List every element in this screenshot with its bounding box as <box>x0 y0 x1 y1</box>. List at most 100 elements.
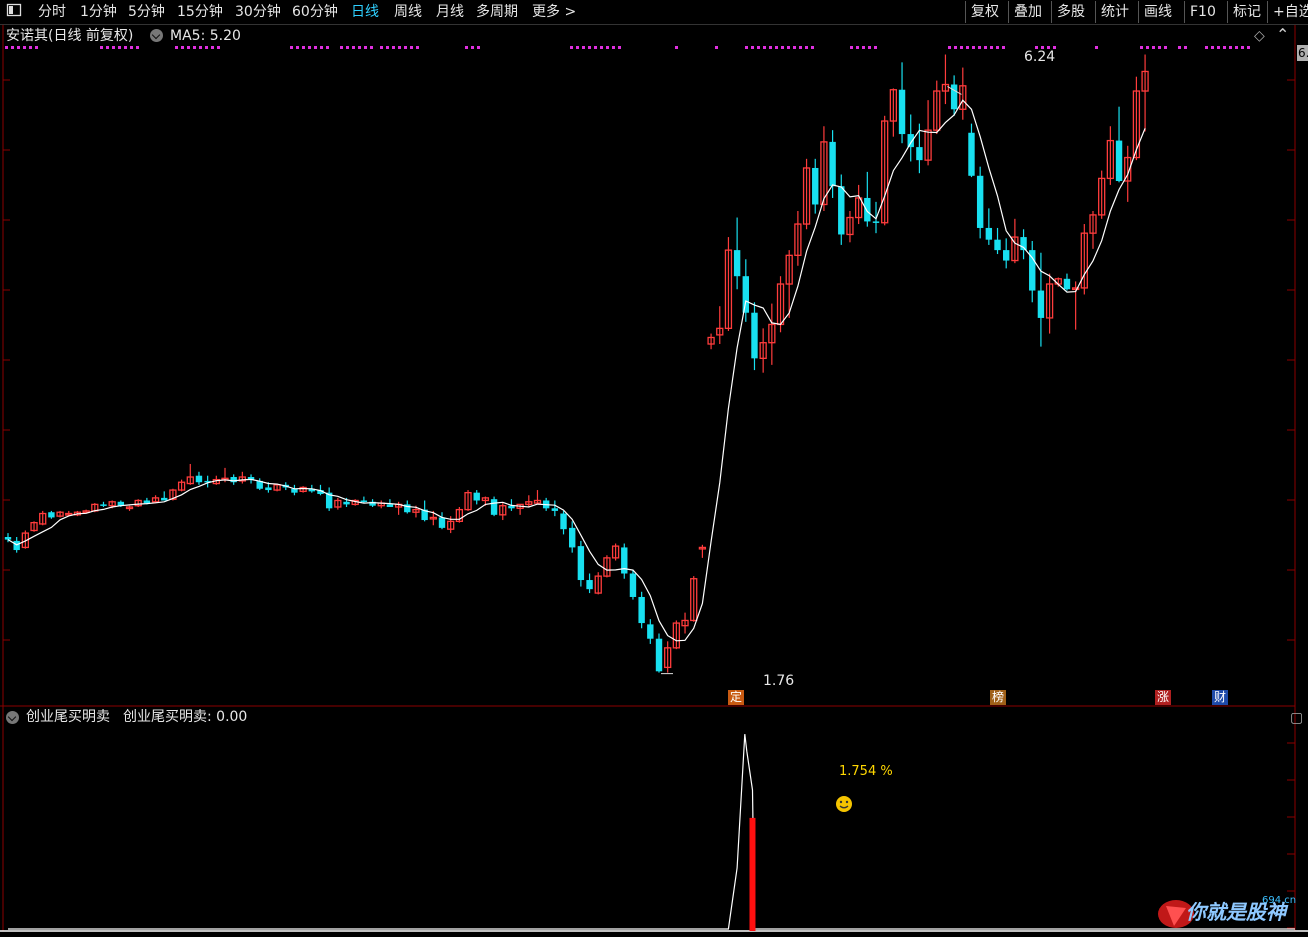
candle-body <box>994 239 1001 251</box>
signal-dot <box>600 46 603 49</box>
signal-dot <box>416 46 419 49</box>
stock-title: 安诺其(日线 前复权) <box>6 28 134 44</box>
signal-dot <box>972 46 975 49</box>
event-badge-ding[interactable]: 定 <box>728 690 744 705</box>
indicator-menu-icon[interactable] <box>6 710 19 726</box>
signal-dot <box>211 46 214 49</box>
signal-dot <box>386 46 389 49</box>
signal-dot <box>136 46 139 49</box>
signal-dot <box>745 46 748 49</box>
candle-body <box>586 580 593 590</box>
signal-dot <box>990 46 993 49</box>
signal-dot <box>308 46 311 49</box>
signal-dot <box>124 46 127 49</box>
candle-body <box>13 540 20 551</box>
signal-dot <box>954 46 957 49</box>
signal-dot <box>358 46 361 49</box>
candle-body <box>621 547 628 574</box>
signal-dot <box>193 46 196 49</box>
candle-body <box>916 147 923 161</box>
signal-dot <box>1211 46 1214 49</box>
signal-dot <box>618 46 621 49</box>
candle-body <box>838 186 845 235</box>
signal-dot <box>811 46 814 49</box>
candle-body <box>560 513 567 530</box>
signal-dot <box>181 46 184 49</box>
signal-dot <box>996 46 999 49</box>
candle-body <box>265 487 272 491</box>
signal-dot <box>1140 46 1143 49</box>
signal-dot <box>314 46 317 49</box>
candle-body <box>647 624 654 639</box>
candle-body <box>195 475 203 483</box>
signal-dot <box>29 46 32 49</box>
candle-body <box>143 500 151 504</box>
signal-dot <box>805 46 808 49</box>
signal-dot <box>781 46 784 49</box>
indicator-line <box>8 734 1295 930</box>
main-panel-menu-icon[interactable] <box>150 28 163 44</box>
signal-dot <box>850 46 853 49</box>
signal-dot <box>757 46 760 49</box>
high-price-label: 6.24 <box>1024 49 1056 65</box>
signal-dot <box>769 46 772 49</box>
signal-dot <box>1247 46 1250 49</box>
signal-dot <box>1241 46 1244 49</box>
event-badge-zhang[interactable]: 涨 <box>1155 690 1171 705</box>
candle-body <box>1029 250 1036 291</box>
candle-body <box>950 84 958 110</box>
signal-dot <box>775 46 778 49</box>
signal-dot <box>856 46 859 49</box>
signal-dot <box>175 46 178 49</box>
signal-dot <box>100 46 103 49</box>
candle-body <box>898 89 906 135</box>
candle-body <box>360 500 368 502</box>
smiley-icon <box>835 795 853 816</box>
candle-body <box>100 504 107 506</box>
signal-dot <box>612 46 615 49</box>
signal-dot <box>370 46 373 49</box>
event-badge-bang[interactable]: 榜 <box>990 690 1006 705</box>
candle-body <box>751 312 758 359</box>
signal-dot <box>1223 46 1226 49</box>
candle-body <box>48 512 55 518</box>
signal-dot <box>17 46 20 49</box>
signal-dot <box>364 46 367 49</box>
signal-dot <box>868 46 871 49</box>
candle-body <box>473 492 480 501</box>
candle-body <box>872 221 880 223</box>
indicator-panel-icon[interactable]: ▢ <box>1290 710 1303 726</box>
signal-dot <box>799 46 802 49</box>
signal-dot <box>978 46 981 49</box>
signal-dot <box>380 46 383 49</box>
signal-dot <box>675 46 678 49</box>
signal-dot <box>1184 46 1187 49</box>
signal-dot <box>326 46 329 49</box>
signal-dot <box>23 46 26 49</box>
indicator-value: 创业尾买明卖: 0.00 <box>123 709 248 725</box>
signal-dot <box>5 46 8 49</box>
candle-body <box>551 508 559 511</box>
ma5-label: MA5: 5.20 <box>170 28 241 44</box>
event-badge-cai[interactable]: 财 <box>1212 690 1228 705</box>
indicator-peak-label: 1.754 % <box>839 764 893 779</box>
signal-dot <box>352 46 355 49</box>
signal-dot <box>588 46 591 49</box>
candle-body <box>864 197 871 222</box>
signal-dot <box>205 46 208 49</box>
diamond-icon[interactable]: ◇ <box>1254 28 1265 44</box>
collapse-icon[interactable]: ⌃ <box>1276 27 1289 43</box>
candle-body <box>655 638 663 672</box>
candle-body <box>569 527 576 548</box>
signal-dot <box>296 46 299 49</box>
signal-dot <box>1095 46 1098 49</box>
candle-body <box>829 141 836 187</box>
signal-dot <box>346 46 349 49</box>
candle-body <box>4 537 12 540</box>
signal-dot <box>1152 46 1155 49</box>
signal-dot <box>787 46 790 49</box>
signal-dot <box>477 46 480 49</box>
candle-body <box>629 573 637 597</box>
right-axis-price-tag: 6. <box>1297 45 1308 61</box>
signal-dot <box>1205 46 1208 49</box>
